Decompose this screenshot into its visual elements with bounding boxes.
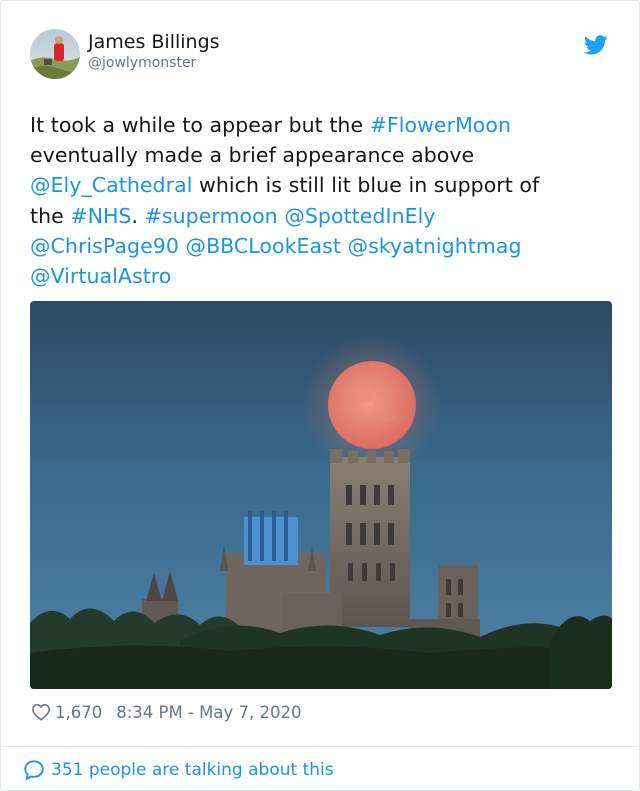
tweet-text-line: @ChrisPage90 @BBCLookEast @skyatnightmag (30, 231, 615, 261)
tweet-text-segment: eventually made a brief appearance above (30, 143, 475, 168)
tweet-photo[interactable] (30, 301, 612, 689)
hashtag-link[interactable]: #FlowerMoon (370, 113, 511, 137)
tweet-text-segment: the (30, 203, 71, 228)
tweet-meta: 1,670 8:34 PM - May 7, 2020 (31, 700, 302, 724)
tweet-text: It took a while to appear but the #Flowe… (30, 110, 615, 291)
tweet-card: James Billings @jowlymonster It took a w… (0, 0, 640, 791)
like-count[interactable]: 1,670 (55, 703, 102, 722)
conversation-link[interactable]: 351 people are talking about this (23, 757, 334, 783)
mention-link[interactable]: @ChrisPage90 (30, 234, 179, 258)
hashtag-link[interactable]: #NHS (70, 204, 131, 228)
speech-bubble-icon (24, 760, 44, 781)
mention-link[interactable]: @Ely_Cathedral (30, 173, 192, 197)
conversation-label: 351 people are talking about this (51, 760, 334, 780)
author-name[interactable]: James Billings (88, 31, 220, 53)
tweet-text-segment: . (131, 203, 145, 228)
tweet-text-line: It took a while to appear but the #Flowe… (30, 110, 615, 140)
tweet-text-segment (341, 234, 348, 258)
twitter-bird-icon[interactable] (584, 33, 608, 57)
tweet-text-line: @VirtualAstro (30, 261, 615, 291)
avatar[interactable] (30, 29, 80, 79)
tweet-text-line: @Ely_Cathedral which is still lit blue i… (30, 170, 615, 200)
heart-icon[interactable] (31, 703, 51, 721)
mention-link[interactable]: @skyatnightmag (348, 234, 522, 258)
tweet-text-segment: which is still lit blue in support of (192, 173, 540, 198)
mention-link[interactable]: @SpottedInEly (284, 204, 435, 228)
tweet-text-segment (179, 234, 186, 258)
tweet-header: James Billings @jowlymonster (30, 29, 614, 83)
mention-link[interactable]: @BBCLookEast (186, 234, 341, 258)
tweet-text-line: the #NHS. #supermoon @SpottedInEly (30, 201, 615, 231)
tweet-text-segment: It took a while to appear but the (30, 113, 370, 137)
divider (1, 746, 640, 747)
tweet-text-line: eventually made a brief appearance above (30, 140, 615, 170)
author-handle[interactable]: @jowlymonster (88, 55, 196, 71)
hashtag-link[interactable]: #supermoon (145, 204, 278, 228)
mention-link[interactable]: @VirtualAstro (30, 264, 171, 288)
tweet-timestamp[interactable]: 8:34 PM - May 7, 2020 (116, 703, 301, 722)
